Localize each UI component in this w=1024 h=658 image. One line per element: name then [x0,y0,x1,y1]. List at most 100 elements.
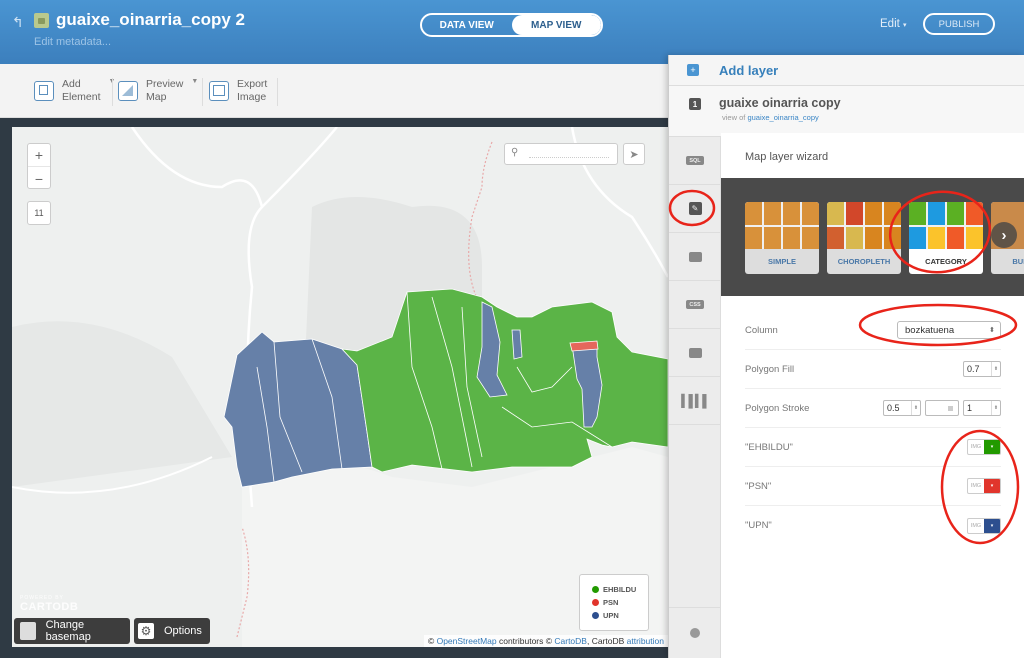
wizard-type-category[interactable]: CATEGORY [909,202,983,274]
polygon-fill-opacity-input[interactable]: 0.7 ⬍ [963,361,1001,377]
add-element-button[interactable]: AddElement ▼ [34,76,115,106]
color-swatch[interactable]: ▾ [984,440,1000,454]
change-basemap-button[interactable]: Change basemap [14,618,130,644]
zoom-in-button[interactable]: + [28,144,50,167]
polygon-stroke-width-input[interactable]: 0.5 ⬍ [883,400,921,416]
polygon-stroke-opacity-input[interactable]: 1 ⬍ [963,400,1001,416]
css-tab[interactable]: CSS [669,281,721,329]
toolbar-divider [277,78,278,106]
attribution-link[interactable]: attribution [627,636,664,646]
tab-data-view[interactable]: DATA VIEW [422,15,512,35]
plus-icon: + [687,64,699,76]
polygon-stroke-opacity-value: 1 [967,403,973,413]
lock-icon[interactable] [34,13,49,28]
openstreetmap-link[interactable]: OpenStreetMap [437,636,497,646]
layer-header: 1 guaixe oinarria copy view of guaixe_oi… [669,85,1024,137]
legend-dot [592,586,599,593]
legend-item: UPN [592,609,648,622]
category-label: "PSN" [745,480,772,492]
layer-side-tabs: SQL ✎ CSS ▍▌▍▌ [669,137,721,658]
wizard-type-choropleth[interactable]: CHOROPLETH [827,202,901,274]
cartodb-link[interactable]: CartoDB [554,636,587,646]
category-label: "UPN" [745,520,772,531]
stepper-icon: ⬍ [991,401,1000,415]
options-button[interactable]: ⚙ Options [134,618,210,644]
export-image-line1: Export [237,78,268,90]
legend-tab[interactable] [669,329,721,377]
chevron-right-icon: › [1001,226,1007,244]
choropleth-thumbnail [827,202,901,249]
dataset-title[interactable]: guaixe_oinarria_copy 2 [56,10,245,30]
share-button[interactable]: ➤ [623,143,645,165]
column-select-value: bozkatuena [905,324,955,336]
filters-tab[interactable]: ▍▌▍▌ [669,377,721,425]
wizard-title: Map layer wizard [745,151,829,163]
wizard-tab[interactable]: ✎ [669,185,721,233]
polygon-stroke-label: Polygon Stroke [745,402,810,414]
add-element-label: Add Element [62,78,101,104]
css-icon: CSS [686,300,704,309]
legend-dot [592,612,599,619]
source-table-link[interactable]: guaixe_oinarria_copy [747,113,818,122]
add-element-line2: Element [62,91,101,103]
search-input-underline [529,157,609,158]
add-annotation-tab[interactable] [669,607,721,658]
image-fill-button[interactable]: IMG [968,519,984,533]
column-select[interactable]: bozkatuena ⬍ [897,321,1001,339]
category-color-picker[interactable]: IMG ▾ [967,439,1001,455]
color-swatch[interactable]: ▾ [984,479,1000,493]
add-layer-label: Add layer [719,62,779,78]
map-attribution: © OpenStreetMap contributors © CartoDB, … [423,635,668,647]
add-element-line1: Add [62,78,81,90]
tab-map-view[interactable]: MAP VIEW [511,15,601,35]
category-row: "UPN" IMG ▾ [745,506,1001,545]
carousel-next-button[interactable]: › [991,222,1017,248]
simple-thumbnail [745,202,819,249]
polygon-upn[interactable] [511,329,523,360]
edit-menu[interactable]: Edit ▾ [880,18,907,30]
toolbar-divider [202,78,203,106]
map-legend: EHBILDU PSN UPN [579,574,649,631]
back-arrow-icon[interactable]: ↰ [12,14,24,31]
bubble-label: BUBBLE [1012,257,1024,266]
polygon-stroke-color-picker[interactable] [925,400,959,416]
attribution-text: contributors © [496,636,555,646]
legend-dot [592,599,599,606]
publish-button[interactable]: PUBLISH [923,13,995,35]
legend-label: PSN [603,598,619,607]
category-label: CATEGORY [925,257,967,266]
category-color-picker[interactable]: IMG ▾ [967,478,1001,494]
view-toggle: DATA VIEW MAP VIEW [420,13,603,37]
bar-chart-icon: ▍▌▍▌ [681,393,711,408]
zoom-out-button[interactable]: − [28,167,50,190]
polygon-psn[interactable] [569,340,599,352]
category-color-picker[interactable]: IMG ▾ [967,517,1001,534]
layer-name[interactable]: guaixe oinarria copy [719,96,841,110]
sql-tab[interactable]: SQL [669,137,721,185]
polygon-stroke-row: Polygon Stroke 0.5 ⬍ 1 ⬍ [745,389,1001,428]
edit-metadata-link[interactable]: Edit metadata... [34,36,111,48]
edit-menu-label: Edit [880,18,900,30]
preview-map-line2: Map [146,91,167,103]
attribution-text: © [427,636,437,646]
simple-label: SIMPLE [768,257,796,266]
chevron-down-icon: ▼ [191,78,199,85]
color-swatch-icon [948,406,953,411]
add-layer-button[interactable]: + Add layer [669,55,1024,85]
map-toolbar: AddElement ▼ PreviewMap ▼ ExportImage [0,64,668,118]
export-image-label: Export Image [237,78,267,104]
preview-map-button[interactable]: Preview Map ▼ [118,76,198,106]
export-image-button[interactable]: Export Image [209,76,267,106]
map-search-input[interactable]: ⚲ [504,143,618,165]
legend-icon [688,347,702,358]
polygon-stroke-width-value: 0.5 [887,403,900,413]
color-swatch[interactable]: ▾ [984,518,1000,533]
paintbrush-icon: ✎ [688,202,702,215]
image-fill-button[interactable]: IMG [968,479,984,493]
image-fill-button[interactable]: IMG [968,440,984,454]
column-label: Column [745,324,778,336]
infowindow-tab[interactable] [669,233,721,281]
map-canvas[interactable]: + − 11 ⚲ ➤ POWERED BY CARTODB Change bas… [12,127,668,647]
map-pin-icon [690,628,700,638]
wizard-type-simple[interactable]: SIMPLE [745,202,819,274]
